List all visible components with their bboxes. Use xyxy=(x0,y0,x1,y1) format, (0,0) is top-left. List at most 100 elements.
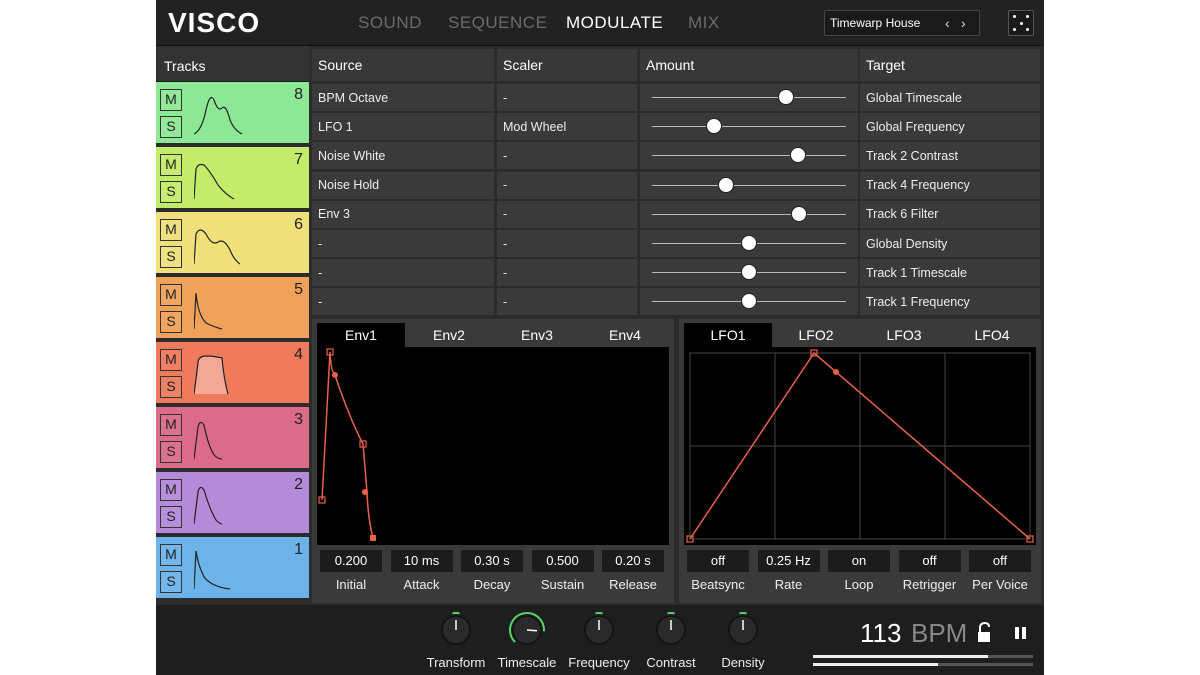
tab-env4[interactable]: Env4 xyxy=(581,323,669,347)
tab-env2[interactable]: Env2 xyxy=(405,323,493,347)
chevron-right-icon[interactable]: › xyxy=(961,15,966,31)
track-row-5[interactable]: MS 5 xyxy=(156,277,309,340)
retrigger-value[interactable]: off xyxy=(898,550,961,572)
track-row-2[interactable]: MS 2 xyxy=(156,472,309,535)
source-cell[interactable]: BPM Octave xyxy=(312,84,494,111)
scaler-cell[interactable]: - xyxy=(497,142,637,170)
solo-button[interactable]: S xyxy=(160,181,182,203)
mute-button[interactable]: M xyxy=(160,284,182,306)
nav-tab-sound[interactable]: SOUND xyxy=(358,13,422,33)
frequency-knob[interactable] xyxy=(584,612,614,645)
amount-slider[interactable] xyxy=(640,201,858,229)
slider-handle[interactable] xyxy=(706,118,723,135)
source-cell[interactable]: - xyxy=(312,288,494,316)
chevron-left-icon[interactable]: ‹ xyxy=(945,15,950,31)
loop-value[interactable]: on xyxy=(828,550,890,572)
scaler-cell[interactable]: Mod Wheel xyxy=(497,113,637,141)
initial-value[interactable]: 0.200 xyxy=(320,550,382,572)
preset-selector[interactable]: Timewarp House ‹ › xyxy=(824,10,980,36)
sustain-value[interactable]: 0.500 xyxy=(531,550,594,572)
target-cell[interactable]: Track 4 Frequency xyxy=(860,171,1040,199)
nav-tab-mix[interactable]: MIX xyxy=(688,13,720,33)
target-cell[interactable]: Global Timescale xyxy=(860,84,1040,111)
unlock-icon[interactable] xyxy=(976,622,992,644)
target-cell[interactable]: Track 2 Contrast xyxy=(860,142,1040,170)
slider-handle[interactable] xyxy=(741,293,757,310)
track-row-3[interactable]: MS 3 xyxy=(156,407,309,470)
tab-env1[interactable]: Env1 xyxy=(317,323,405,347)
amount-slider[interactable] xyxy=(640,172,858,200)
amount-slider[interactable] xyxy=(640,259,858,287)
scaler-cell[interactable]: - xyxy=(497,259,637,287)
pause-icon[interactable] xyxy=(1014,626,1028,640)
scaler-cell[interactable]: - xyxy=(497,200,637,228)
solo-button[interactable]: S xyxy=(160,571,182,593)
track-row-1[interactable]: MS 1 xyxy=(156,537,309,600)
env-handle-curve1[interactable] xyxy=(332,372,338,378)
solo-button[interactable]: S xyxy=(160,506,182,528)
env-handle-end[interactable] xyxy=(370,535,376,541)
amount-slider[interactable] xyxy=(640,230,858,258)
track-row-4[interactable]: MS 4 xyxy=(156,342,309,405)
tab-lfo2[interactable]: LFO2 xyxy=(772,323,860,347)
solo-button[interactable]: S xyxy=(160,441,182,463)
solo-button[interactable]: S xyxy=(160,376,182,398)
attack-value[interactable]: 10 ms xyxy=(390,550,453,572)
mute-button[interactable]: M xyxy=(160,89,182,111)
tab-lfo3[interactable]: LFO3 xyxy=(860,323,948,347)
target-cell[interactable]: Track 1 Timescale xyxy=(860,259,1040,287)
mute-button[interactable]: M xyxy=(160,479,182,501)
source-cell[interactable]: Noise Hold xyxy=(312,171,494,199)
slider-handle[interactable] xyxy=(717,176,734,193)
bpm-value[interactable]: 113 xyxy=(860,618,901,649)
mute-button[interactable]: M xyxy=(160,154,182,176)
lfo-handle-curve[interactable] xyxy=(833,369,839,375)
tab-lfo4[interactable]: LFO4 xyxy=(948,323,1036,347)
mute-button[interactable]: M xyxy=(160,414,182,436)
rate-value[interactable]: 0.25 Hz xyxy=(757,550,820,572)
track-row-8[interactable]: MS 8 xyxy=(156,82,309,145)
target-cell[interactable]: Global Frequency xyxy=(860,113,1040,141)
tab-lfo1[interactable]: LFO1 xyxy=(684,323,772,347)
lfo-graph[interactable] xyxy=(684,347,1036,545)
target-cell[interactable]: Track 1 Frequency xyxy=(860,288,1040,316)
slider-handle[interactable] xyxy=(741,235,757,251)
slider-handle[interactable] xyxy=(791,205,808,222)
slider-handle[interactable] xyxy=(789,147,806,164)
release-value[interactable]: 0.20 s xyxy=(602,550,664,572)
solo-button[interactable]: S xyxy=(160,246,182,268)
slider-handle[interactable] xyxy=(741,264,757,281)
per-voice-value[interactable]: off xyxy=(969,550,1031,572)
nav-tab-sequence[interactable]: SEQUENCE xyxy=(448,13,547,33)
timescale-knob[interactable] xyxy=(509,612,545,645)
scaler-cell[interactable]: - xyxy=(497,230,637,257)
amount-slider[interactable] xyxy=(640,288,858,316)
dice-icon[interactable] xyxy=(1008,10,1034,36)
envelope-graph[interactable] xyxy=(317,347,669,545)
nav-tab-modulate[interactable]: MODULATE xyxy=(566,13,663,33)
scaler-cell[interactable]: - xyxy=(497,84,637,111)
density-knob[interactable] xyxy=(728,612,758,645)
contrast-knob[interactable] xyxy=(656,612,686,645)
source-cell[interactable]: Noise White xyxy=(312,142,494,170)
scaler-cell[interactable]: - xyxy=(497,288,637,316)
beatsync-value[interactable]: off xyxy=(687,550,749,572)
source-cell[interactable]: - xyxy=(312,230,494,257)
env-handle-curve2[interactable] xyxy=(362,489,368,495)
solo-button[interactable]: S xyxy=(160,116,182,138)
envelope-curve[interactable] xyxy=(317,347,669,545)
mute-button[interactable]: M xyxy=(160,349,182,371)
decay-value[interactable]: 0.30 s xyxy=(461,550,523,572)
slider-handle[interactable] xyxy=(777,89,794,105)
target-cell[interactable]: Track 6 Filter xyxy=(860,200,1040,228)
lfo-curve[interactable] xyxy=(684,347,1036,545)
transform-knob[interactable] xyxy=(441,612,471,645)
tab-env3[interactable]: Env3 xyxy=(493,323,581,347)
target-cell[interactable]: Global Density xyxy=(860,230,1040,257)
scaler-cell[interactable]: - xyxy=(497,171,637,199)
track-row-7[interactable]: MS 7 xyxy=(156,147,309,210)
source-cell[interactable]: - xyxy=(312,259,494,287)
track-row-6[interactable]: MS 6 xyxy=(156,212,309,275)
amount-slider[interactable] xyxy=(640,84,858,112)
amount-slider[interactable] xyxy=(640,113,858,141)
